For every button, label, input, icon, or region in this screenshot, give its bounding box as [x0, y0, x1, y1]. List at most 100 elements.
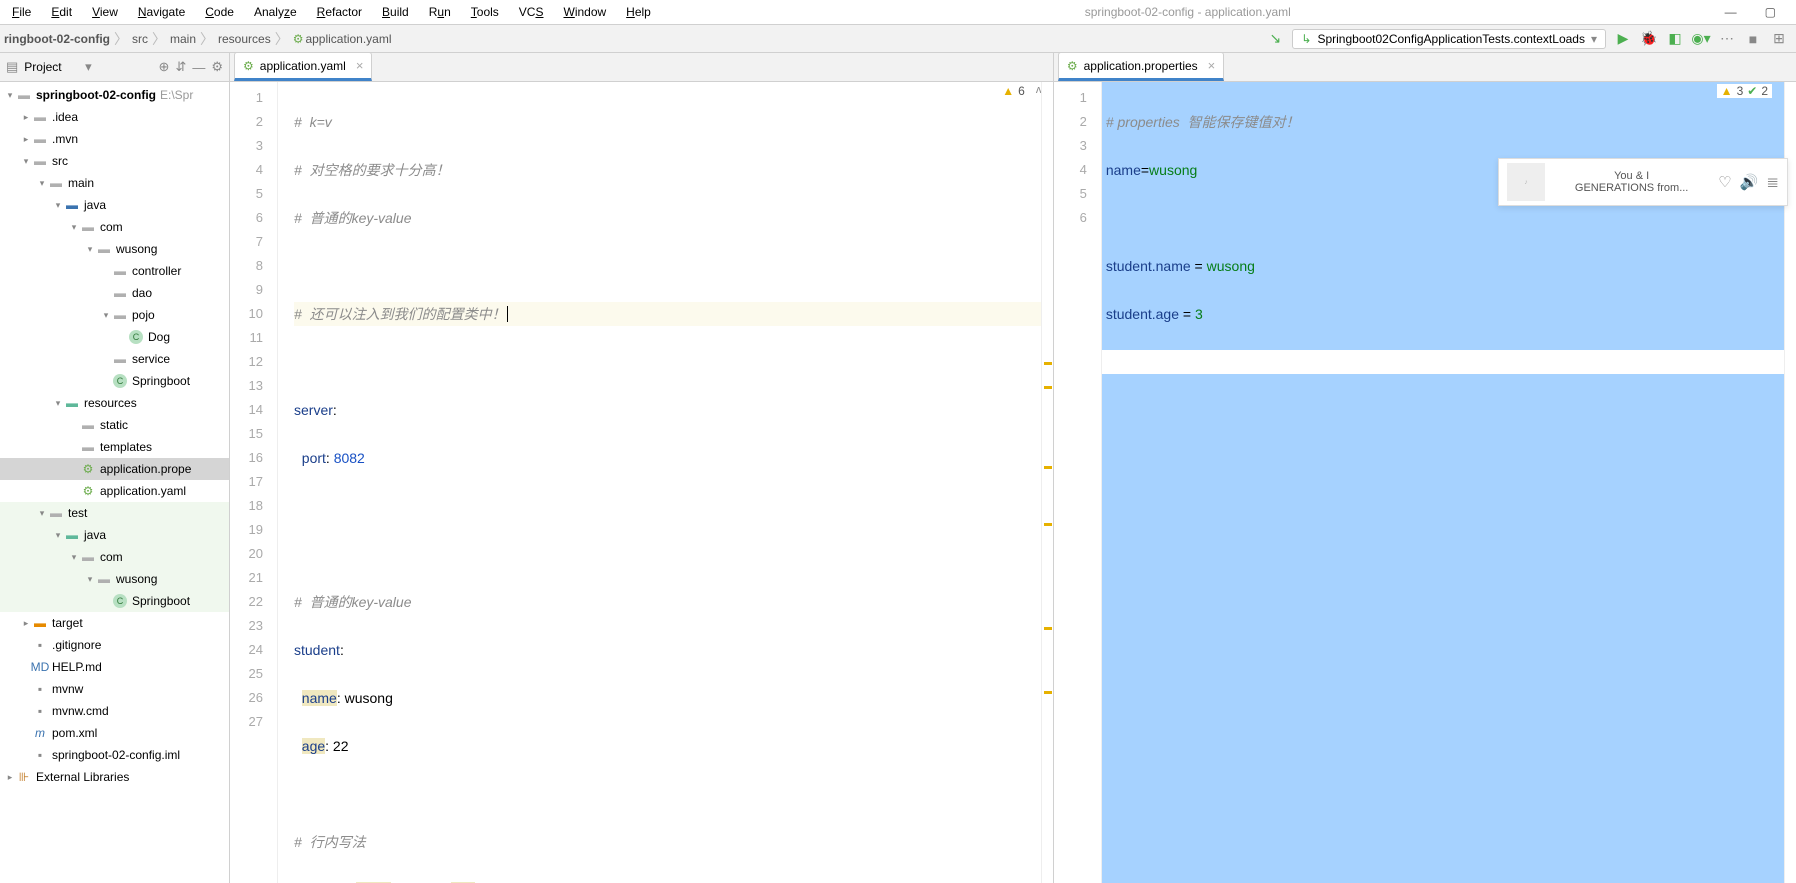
window-title: springboot-02-config - application.yaml: [663, 3, 1713, 21]
tree-mvnw[interactable]: mvnw: [52, 682, 83, 696]
gear-icon[interactable]: ⚙: [211, 59, 223, 75]
tree-target[interactable]: target: [52, 616, 83, 630]
breadcrumb: ringboot-02-config〉 src〉 main〉 resources…: [0, 29, 1266, 49]
tree-wusong[interactable]: wusong: [116, 242, 157, 256]
project-view-icon[interactable]: ▤: [6, 59, 18, 75]
tree-app-props[interactable]: application.prope: [100, 462, 191, 476]
album-art: ♪: [1507, 163, 1545, 201]
music-title: You & I: [1553, 170, 1710, 182]
tree-src[interactable]: src: [52, 154, 68, 168]
close-icon[interactable]: ×: [1208, 58, 1216, 73]
maximize-icon[interactable]: ▢: [1757, 3, 1784, 21]
gutter: 123456: [1054, 82, 1102, 883]
heart-icon[interactable]: ♡: [1718, 173, 1731, 191]
menu-view[interactable]: View: [84, 3, 126, 21]
menu-build[interactable]: Build: [374, 3, 417, 21]
menu-bar: File Edit View Navigate Code Analyze Ref…: [0, 0, 1796, 24]
menu-vcs[interactable]: VCS: [511, 3, 552, 21]
menu-analyze[interactable]: Analyze: [246, 3, 305, 21]
tree-test-java[interactable]: java: [84, 528, 106, 542]
select-opened-icon[interactable]: ⊕: [159, 59, 170, 75]
list-icon[interactable]: ≣: [1766, 173, 1779, 191]
run-config-dropdown[interactable]: ↳ Springboot02ConfigApplicationTests.con…: [1292, 29, 1606, 49]
tree-com[interactable]: com: [100, 220, 123, 234]
tree-static[interactable]: static: [100, 418, 128, 432]
tree-app-yaml[interactable]: application.yaml: [100, 484, 186, 498]
chevron-down-icon: ▾: [1591, 32, 1597, 46]
expand-all-icon[interactable]: ⇵: [175, 59, 186, 75]
project-pane-title[interactable]: Project: [24, 60, 79, 74]
menu-edit[interactable]: Edit: [43, 3, 80, 21]
tree-idea[interactable]: .idea: [52, 110, 78, 124]
tab-label: application.properties: [1084, 59, 1198, 73]
stop-icon[interactable]: ■: [1744, 30, 1762, 48]
menu-window[interactable]: Window: [555, 3, 614, 21]
yaml-file-icon: ⚙: [243, 59, 254, 73]
tree-java[interactable]: java: [84, 198, 106, 212]
profile-icon[interactable]: ◉▾: [1692, 30, 1710, 48]
volume-icon[interactable]: 🔊: [1740, 173, 1759, 191]
tree-main[interactable]: main: [68, 176, 94, 190]
menu-navigate[interactable]: Navigate: [130, 3, 193, 21]
inspection-badge[interactable]: ▲6: [998, 84, 1029, 98]
breadcrumb-item[interactable]: application.yaml: [305, 32, 391, 46]
music-artist: GENERATIONS from...: [1553, 182, 1710, 194]
tree-templates[interactable]: templates: [100, 440, 152, 454]
properties-file-icon: ⚙: [1067, 59, 1078, 73]
tab-label: application.yaml: [260, 59, 346, 73]
chevron-down-icon[interactable]: ▾: [85, 59, 92, 75]
menu-code[interactable]: Code: [197, 3, 242, 21]
build-hammer-icon[interactable]: ↘: [1266, 30, 1284, 48]
breadcrumb-item[interactable]: src: [132, 32, 148, 46]
run-config-label: Springboot02ConfigApplicationTests.conte…: [1317, 32, 1585, 46]
tab-application-properties[interactable]: ⚙ application.properties ×: [1058, 52, 1224, 81]
inspection-badge[interactable]: ▲3 ✔2: [1717, 84, 1772, 98]
marker-strip[interactable]: [1041, 82, 1053, 883]
tree-springboot-cls[interactable]: Springboot: [132, 374, 190, 388]
menu-help[interactable]: Help: [618, 3, 659, 21]
tree-pom-xml[interactable]: pom.xml: [52, 726, 97, 740]
project-tree[interactable]: ▾▬springboot-02-configE:\Spr ▸▬.idea ▸▬.…: [0, 82, 229, 883]
menu-file[interactable]: File: [4, 3, 39, 21]
minimize-icon[interactable]: —: [1717, 3, 1745, 21]
menu-refactor[interactable]: Refactor: [309, 3, 370, 21]
code-area[interactable]: # k=v # 对空格的要求十分高！ # 普通的key-value # 还可以注…: [278, 82, 1041, 883]
tree-pojo[interactable]: pojo: [132, 308, 155, 322]
close-icon[interactable]: ×: [356, 58, 364, 73]
tree-service[interactable]: service: [132, 352, 170, 366]
tree-test-com[interactable]: com: [100, 550, 123, 564]
more-icon[interactable]: ⊞: [1770, 30, 1788, 48]
tree-test-wusong[interactable]: wusong: [116, 572, 157, 586]
tab-application-yaml[interactable]: ⚙ application.yaml ×: [234, 52, 372, 81]
tree-gitignore[interactable]: .gitignore: [52, 638, 101, 652]
collapse-icon[interactable]: —: [192, 60, 205, 75]
editor-left[interactable]: 1234567891011121314151617181920212223242…: [230, 82, 1053, 883]
tree-dog[interactable]: Dog: [148, 330, 170, 344]
tree-test-springboot[interactable]: Springboot: [132, 594, 190, 608]
debug-icon[interactable]: 🐞: [1640, 30, 1658, 48]
attach-icon[interactable]: ⋯: [1718, 30, 1736, 48]
tree-test[interactable]: test: [68, 506, 87, 520]
tree-mvnw-cmd[interactable]: mvnw.cmd: [52, 704, 109, 718]
tree-ext-libs[interactable]: External Libraries: [36, 770, 129, 784]
navigation-bar: ringboot-02-config〉 src〉 main〉 resources…: [0, 24, 1796, 53]
breadcrumb-item[interactable]: ringboot-02-config: [4, 32, 110, 46]
tree-iml[interactable]: springboot-02-config.iml: [52, 748, 180, 762]
tree-help-md[interactable]: HELP.md: [52, 660, 102, 674]
editor-tabs-right: ⚙ application.properties ×: [1054, 53, 1796, 82]
coverage-icon[interactable]: ◧: [1666, 30, 1684, 48]
tree-controller[interactable]: controller: [132, 264, 181, 278]
run-icon[interactable]: ▶: [1614, 30, 1632, 48]
tree-dao[interactable]: dao: [132, 286, 152, 300]
breadcrumb-item[interactable]: resources: [218, 32, 271, 46]
tree-root[interactable]: springboot-02-config: [36, 88, 156, 102]
tree-resources[interactable]: resources: [84, 396, 137, 410]
run-config-icon: ↳: [1301, 32, 1311, 46]
menu-tools[interactable]: Tools: [463, 3, 507, 21]
menu-run[interactable]: Run: [421, 3, 459, 21]
music-notification[interactable]: ♪ You & I GENERATIONS from... ♡ 🔊 ≣: [1498, 158, 1788, 206]
project-tool-window: ▤ Project ▾ ⊕ ⇵ — ⚙ ▾▬springboot-02-conf…: [0, 53, 230, 883]
tree-mvn[interactable]: .mvn: [52, 132, 78, 146]
editor-tabs-left: ⚙ application.yaml ×: [230, 53, 1053, 82]
breadcrumb-item[interactable]: main: [170, 32, 196, 46]
